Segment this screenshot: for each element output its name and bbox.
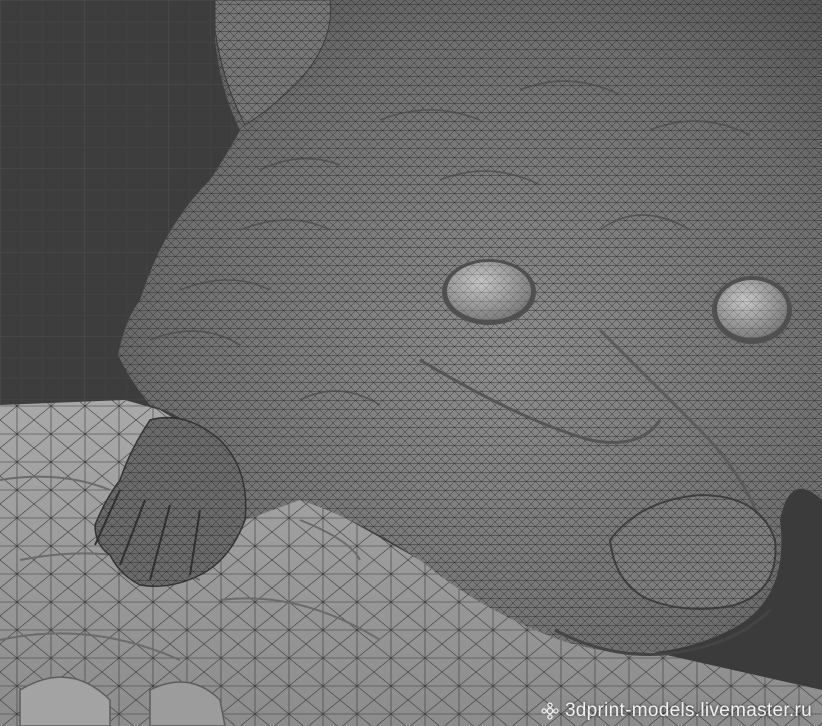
watermark-text: 3dprint-models.livemaster.ru	[564, 700, 812, 721]
sculpt-mesh	[0, 0, 822, 726]
eye-right	[712, 276, 792, 344]
eye-left	[442, 259, 536, 325]
gear-flower-icon	[541, 702, 559, 720]
watermark: 3dprint-models.livemaster.ru	[541, 700, 812, 722]
3d-viewport[interactable]: 3dprint-models.livemaster.ru	[0, 0, 822, 726]
